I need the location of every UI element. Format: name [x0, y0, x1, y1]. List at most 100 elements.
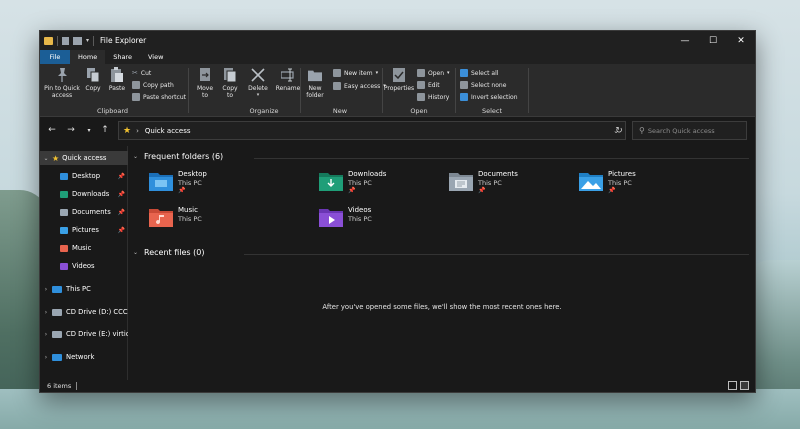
- nav-item-downloads[interactable]: Downloads 📌: [40, 187, 128, 201]
- select-none-icon: [460, 81, 468, 89]
- folder-meta: Downloads This PC 📌: [348, 170, 386, 195]
- open-icon: [417, 69, 425, 77]
- videos-folder-icon: [60, 262, 68, 270]
- copy-label: Copy: [85, 85, 101, 92]
- select-group-label: Select: [481, 107, 503, 115]
- nav-item-music[interactable]: Music: [40, 241, 128, 255]
- rename-button[interactable]: Rename: [274, 67, 302, 92]
- nav-item-pictures[interactable]: Pictures 📌: [40, 223, 128, 237]
- cut-button[interactable]: ✂ Cut: [132, 69, 151, 77]
- details-view-icon[interactable]: [728, 381, 737, 390]
- folder-tile-downloads[interactable]: Downloads This PC 📌: [319, 170, 386, 195]
- cut-label: Cut: [140, 69, 152, 77]
- frequent-folders-header[interactable]: ⌄ Frequent folders (6): [133, 152, 223, 161]
- nav-item-quick-access[interactable]: ⌄ ★ Quick access: [40, 151, 128, 165]
- music-folder-icon: [60, 244, 68, 252]
- recent-locations-chevron-icon[interactable]: ▾: [82, 127, 96, 134]
- properties-button[interactable]: Properties: [384, 67, 414, 92]
- paste-button[interactable]: Paste: [106, 67, 128, 92]
- address-bar[interactable]: ★ › Quick access ⌄: [118, 121, 626, 140]
- pin-icon: 📌: [117, 172, 125, 180]
- expand-chevron-icon[interactable]: ⌄: [40, 155, 52, 162]
- nav-item-cd-drive-d[interactable]: › CD Drive (D:) CCCOI: [40, 305, 128, 319]
- section-divider: [254, 158, 749, 159]
- folder-name: Pictures: [608, 170, 636, 178]
- tab-home[interactable]: Home: [70, 50, 106, 64]
- rename-label: Rename: [275, 85, 301, 92]
- nav-item-this-pc[interactable]: › This PC: [40, 282, 128, 296]
- open-button[interactable]: Open ▾: [417, 69, 450, 77]
- history-button[interactable]: History: [417, 93, 449, 101]
- properties-icon[interactable]: [62, 36, 69, 45]
- nav-item-desktop[interactable]: Desktop 📌: [40, 169, 128, 183]
- select-none-button[interactable]: Select none: [460, 81, 506, 89]
- close-button[interactable]: ✕: [727, 31, 755, 50]
- folder-location: This PC: [178, 179, 202, 187]
- select-all-button[interactable]: Select all: [460, 69, 498, 77]
- folder-tile-documents[interactable]: Documents This PC 📌: [449, 170, 518, 195]
- back-arrow-icon[interactable]: ←: [45, 125, 59, 135]
- folder-tile-videos[interactable]: Videos This PC: [319, 206, 372, 227]
- new-group: New folder New item ▾ Easy access ▾ New: [302, 64, 386, 117]
- large-icons-view-icon[interactable]: [740, 381, 749, 390]
- breadcrumb-chevron-icon[interactable]: ›: [136, 127, 139, 135]
- maximize-button[interactable]: ☐: [699, 31, 727, 50]
- new-folder-button[interactable]: New folder: [303, 67, 327, 99]
- nav-item-network[interactable]: › Network: [40, 350, 128, 364]
- edit-button[interactable]: Edit: [417, 81, 440, 89]
- nav-item-videos[interactable]: Videos: [40, 259, 128, 273]
- copy-to-label: Copy to: [222, 85, 238, 99]
- ribbon-divider: [382, 68, 383, 113]
- collapsed-chevron-icon[interactable]: ›: [40, 354, 52, 361]
- move-to-button[interactable]: Move to: [194, 67, 216, 99]
- copy-button[interactable]: Copy: [83, 67, 103, 92]
- invert-selection-button[interactable]: Invert selection: [460, 93, 518, 101]
- customize-qat-chevron-icon[interactable]: ▾: [86, 37, 89, 44]
- folder-tile-desktop[interactable]: Desktop This PC 📌: [149, 170, 207, 195]
- nav-item-cd-drive-e[interactable]: › CD Drive (E:) virtio-v: [40, 327, 128, 341]
- folder-tile-pictures[interactable]: Pictures This PC 📌: [579, 170, 636, 195]
- collapsed-chevron-icon[interactable]: ›: [40, 286, 52, 293]
- collapsed-chevron-icon[interactable]: ›: [40, 331, 52, 338]
- rename-icon: [281, 68, 294, 82]
- folder-meta: Music This PC: [178, 206, 202, 223]
- new-item-button[interactable]: New item ▾: [333, 69, 378, 77]
- nav-item-documents[interactable]: Documents 📌: [40, 205, 128, 219]
- tab-share[interactable]: Share: [105, 50, 140, 64]
- collapse-chevron-icon[interactable]: ⌄: [133, 249, 138, 256]
- recent-files-empty-message: After you've opened some files, we'll sh…: [322, 303, 562, 311]
- search-box[interactable]: ⚲: [632, 121, 747, 140]
- tab-view[interactable]: View: [140, 50, 171, 64]
- collapse-chevron-icon[interactable]: ⌄: [133, 153, 138, 160]
- breadcrumb-path[interactable]: Quick access: [145, 127, 191, 135]
- copy-path-button[interactable]: Copy path: [132, 81, 174, 89]
- star-icon: ★: [52, 153, 60, 163]
- content-pane: ⌄ Frequent folders (6) Desktop This PC 📌…: [129, 146, 755, 380]
- minimize-button[interactable]: —: [671, 31, 699, 50]
- tab-file[interactable]: File: [40, 50, 70, 64]
- forward-arrow-icon[interactable]: →: [64, 125, 78, 135]
- delete-chevron-icon[interactable]: ▾: [257, 92, 260, 98]
- move-to-label: Move to: [196, 85, 214, 99]
- refresh-icon[interactable]: ↻: [610, 121, 628, 140]
- pin-to-quick-access-button[interactable]: Pin to Quick access: [43, 67, 81, 99]
- window-controls: — ☐ ✕: [671, 31, 755, 50]
- file-explorer-window: ▾ File Explorer — ☐ ✕ File Home Share Vi…: [39, 30, 756, 393]
- copy-to-icon: [224, 68, 237, 83]
- nav-item-label: This PC: [66, 285, 91, 293]
- pin-icon: 📌: [117, 226, 125, 234]
- copy-to-button[interactable]: Copy to: [219, 67, 241, 99]
- paste-shortcut-button[interactable]: Paste shortcut: [132, 93, 186, 101]
- search-input[interactable]: [647, 126, 743, 135]
- downloads-folder-icon: [60, 190, 68, 198]
- delete-button[interactable]: Delete ▾: [246, 67, 270, 98]
- new-folder-icon[interactable]: [73, 36, 82, 45]
- pictures-folder-icon: [579, 173, 603, 191]
- new-group-label: New: [332, 107, 348, 115]
- recent-files-header[interactable]: ⌄ Recent files (0): [133, 248, 204, 257]
- up-arrow-icon[interactable]: ↑: [98, 125, 112, 135]
- collapsed-chevron-icon[interactable]: ›: [40, 309, 52, 316]
- folder-tile-music[interactable]: Music This PC: [149, 206, 202, 227]
- easy-access-button[interactable]: Easy access ▾: [333, 82, 386, 90]
- ribbon-divider: [528, 68, 529, 113]
